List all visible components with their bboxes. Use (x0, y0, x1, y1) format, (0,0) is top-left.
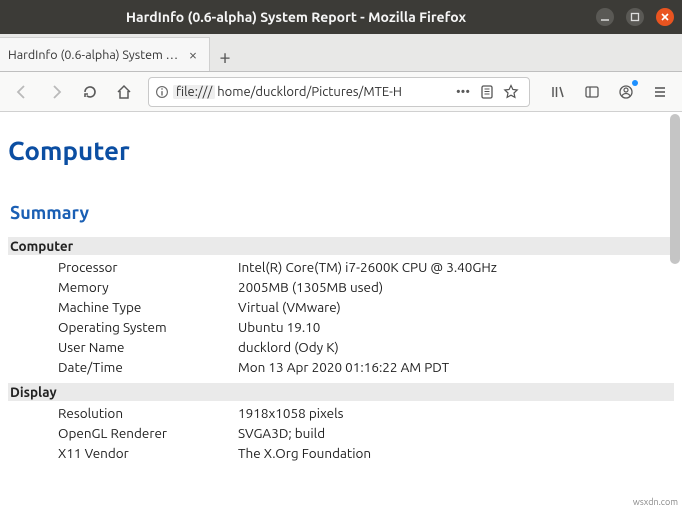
navigation-toolbar: file:///home/ducklord/Pictures/MTE-H ••• (0, 72, 682, 112)
info-row: Memory2005MB (1305MB used) (8, 277, 674, 297)
info-row: Operating SystemUbuntu 19.10 (8, 317, 674, 337)
window-close-button[interactable] (656, 8, 674, 26)
info-row: OpenGL RendererSVGA3D; build (8, 423, 674, 443)
account-icon (618, 84, 634, 100)
tab-close-button[interactable]: × (185, 47, 201, 63)
info-value: SVGA3D; build (238, 425, 674, 441)
page-actions-button[interactable]: ••• (451, 77, 475, 107)
info-key: X11 Vendor (8, 445, 238, 461)
info-row: X11 VendorThe X.Org Foundation (8, 443, 674, 463)
new-tab-button[interactable]: + (210, 41, 240, 71)
library-icon (550, 84, 566, 100)
page-title: Computer (8, 136, 674, 165)
tab-title: HardInfo (0.6-alpha) System Report (8, 48, 185, 62)
tab-strip: HardInfo (0.6-alpha) System Report × + (0, 34, 682, 72)
home-icon (116, 84, 132, 100)
back-icon (14, 84, 30, 100)
info-row: Date/TimeMon 13 Apr 2020 01:16:22 AM PDT (8, 357, 674, 377)
forward-button[interactable] (40, 76, 72, 108)
reload-icon (82, 84, 98, 100)
info-row: ProcessorIntel(R) Core(TM) i7-2600K CPU … (8, 257, 674, 277)
group-header: Computer (8, 237, 674, 255)
hamburger-icon (652, 84, 668, 100)
info-row: User Nameducklord (Ody K) (8, 337, 674, 357)
reader-icon (479, 84, 495, 100)
report-page: Computer Summary Computer ProcessorIntel(… (0, 112, 682, 477)
close-icon (659, 11, 671, 23)
back-button[interactable] (6, 76, 38, 108)
info-value: Intel(R) Core(TM) i7-2600K CPU @ 3.40GHz (238, 259, 674, 275)
info-row: Machine TypeVirtual (VMware) (8, 297, 674, 317)
app-menu-button[interactable] (644, 76, 676, 108)
site-info-icon[interactable] (155, 85, 169, 99)
info-key: OpenGL Renderer (8, 425, 238, 441)
url-scheme-badge: file:/// (173, 85, 215, 99)
sidebars-button[interactable] (576, 76, 608, 108)
info-value: 2005MB (1305MB used) (238, 279, 674, 295)
info-value: Virtual (VMware) (238, 299, 674, 315)
window-title: HardInfo (0.6-alpha) System Report - Moz… (8, 9, 584, 25)
info-key: Processor (8, 259, 238, 275)
info-value: Ubuntu 19.10 (238, 319, 674, 335)
library-button[interactable] (542, 76, 574, 108)
address-bar[interactable]: file:///home/ducklord/Pictures/MTE-H ••• (148, 77, 530, 107)
watermark: wsxdn.com (631, 497, 680, 507)
bookmark-button[interactable] (499, 77, 523, 107)
window-maximize-button[interactable] (626, 8, 644, 26)
reader-mode-button[interactable] (475, 77, 499, 107)
browser-tab[interactable]: HardInfo (0.6-alpha) System Report × (0, 37, 210, 71)
info-key: Operating System (8, 319, 238, 335)
section-heading: Summary (10, 203, 674, 223)
info-value: ducklord (Ody K) (238, 339, 674, 355)
maximize-icon (629, 11, 641, 23)
info-value: Mon 13 Apr 2020 01:16:22 AM PDT (238, 359, 674, 375)
info-key: User Name (8, 339, 238, 355)
group-header: Display (8, 383, 674, 401)
info-value: The X.Org Foundation (238, 445, 674, 461)
window-titlebar: HardInfo (0.6-alpha) System Report - Moz… (0, 0, 682, 34)
page-viewport: Computer Summary Computer ProcessorIntel(… (0, 112, 682, 509)
sidebar-icon (584, 84, 600, 100)
url-text: file:///home/ducklord/Pictures/MTE-H (173, 85, 451, 99)
info-key: Date/Time (8, 359, 238, 375)
home-button[interactable] (108, 76, 140, 108)
star-icon (503, 84, 519, 100)
forward-icon (48, 84, 64, 100)
window-minimize-button[interactable] (596, 8, 614, 26)
notification-dot-icon (632, 80, 638, 86)
minimize-icon (599, 11, 611, 23)
info-row: Resolution1918x1058 pixels (8, 403, 674, 423)
info-key: Machine Type (8, 299, 238, 315)
reload-button[interactable] (74, 76, 106, 108)
info-value: 1918x1058 pixels (238, 405, 674, 421)
info-key: Memory (8, 279, 238, 295)
account-button[interactable] (610, 76, 642, 108)
vertical-scrollbar[interactable] (670, 114, 680, 264)
info-key: Resolution (8, 405, 238, 421)
